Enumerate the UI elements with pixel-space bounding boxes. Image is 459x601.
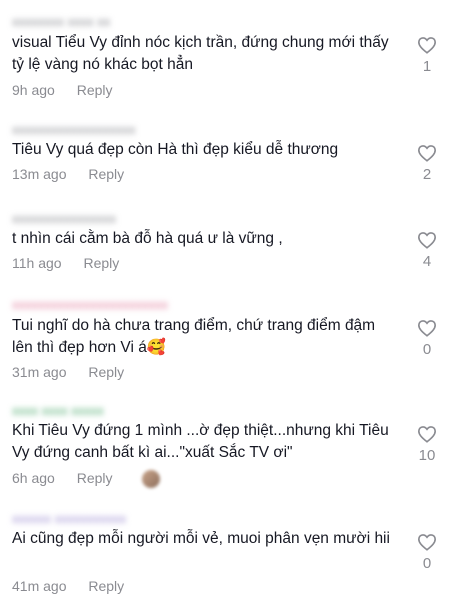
comment-text: t nhìn cái cằm bà đỗ hà quá ư là vững , bbox=[12, 230, 283, 247]
heart-icon bbox=[417, 37, 437, 54]
comment-time: 13m ago bbox=[12, 166, 67, 182]
like-button[interactable]: 0 bbox=[412, 319, 442, 358]
comment-username[interactable]: xxxxxx xxxxxxxxxxx bbox=[12, 511, 126, 526]
comment-username[interactable]: xxxxxxxxxxxxxxxxxxx bbox=[12, 122, 136, 137]
reply-button[interactable]: Reply bbox=[77, 470, 113, 486]
like-button[interactable]: 1 bbox=[412, 36, 442, 75]
comment-username[interactable]: xxxxxxxxxxxxxxxxxxxxxxxx bbox=[12, 297, 168, 312]
comment-meta: 31m ago Reply bbox=[12, 364, 124, 380]
comment-meta: 41m ago Reply bbox=[12, 578, 124, 594]
comment-text: Tui nghĩ do hà chưa trang điểm, chứ tran… bbox=[12, 317, 376, 356]
comment-username[interactable]: xxxx xxxx xxxxx bbox=[12, 403, 104, 418]
creator-liked-avatar bbox=[142, 470, 161, 489]
comment-meta: 11h ago Reply bbox=[12, 255, 119, 271]
heart-icon bbox=[417, 534, 437, 551]
reply-button[interactable]: Reply bbox=[88, 364, 124, 380]
like-count: 4 bbox=[422, 253, 432, 270]
comment-username[interactable]: xxxxxxxx xxxx xx bbox=[12, 14, 110, 29]
comment-time: 41m ago bbox=[12, 578, 67, 594]
like-count: 10 bbox=[418, 447, 436, 464]
like-count: 0 bbox=[422, 555, 432, 572]
comment-text: Khi Tiêu Vy đứng 1 mình ...ờ đẹp thiệt..… bbox=[12, 422, 389, 461]
reply-button[interactable]: Reply bbox=[88, 166, 124, 182]
comment-text: Ai cũng đẹp mỗi người mỗi vẻ, muoi phân … bbox=[12, 530, 390, 547]
comment-meta: 6h ago Reply bbox=[12, 470, 161, 489]
like-count: 1 bbox=[422, 58, 432, 75]
comment-time: 31m ago bbox=[12, 364, 67, 380]
reply-button[interactable]: Reply bbox=[88, 578, 124, 594]
heart-icon bbox=[417, 426, 437, 443]
heart-icon bbox=[417, 145, 437, 162]
like-button[interactable]: 2 bbox=[412, 144, 442, 183]
reply-button[interactable]: Reply bbox=[83, 255, 119, 271]
comment-time: 11h ago bbox=[12, 255, 62, 271]
comment-username[interactable]: xxxxxxxxxxxxxxxx bbox=[12, 211, 116, 226]
comment-text: visual Tiểu Vy đỉnh nóc kịch trần, đứng … bbox=[12, 34, 389, 73]
like-count: 0 bbox=[422, 341, 432, 358]
comment-meta: 9h ago Reply bbox=[12, 82, 113, 98]
comment-meta: 13m ago Reply bbox=[12, 166, 124, 182]
comment-time: 9h ago bbox=[12, 82, 55, 98]
like-button[interactable]: 0 bbox=[412, 533, 442, 572]
like-button[interactable]: 10 bbox=[412, 425, 442, 464]
reply-button[interactable]: Reply bbox=[77, 82, 113, 98]
heart-icon bbox=[417, 320, 437, 337]
comment-text: Tiêu Vy quá đẹp còn Hà thì đẹp kiểu dễ t… bbox=[12, 141, 339, 158]
comment-time: 6h ago bbox=[12, 470, 55, 486]
like-button[interactable]: 4 bbox=[412, 231, 442, 270]
heart-icon bbox=[417, 232, 437, 249]
like-count: 2 bbox=[422, 166, 432, 183]
